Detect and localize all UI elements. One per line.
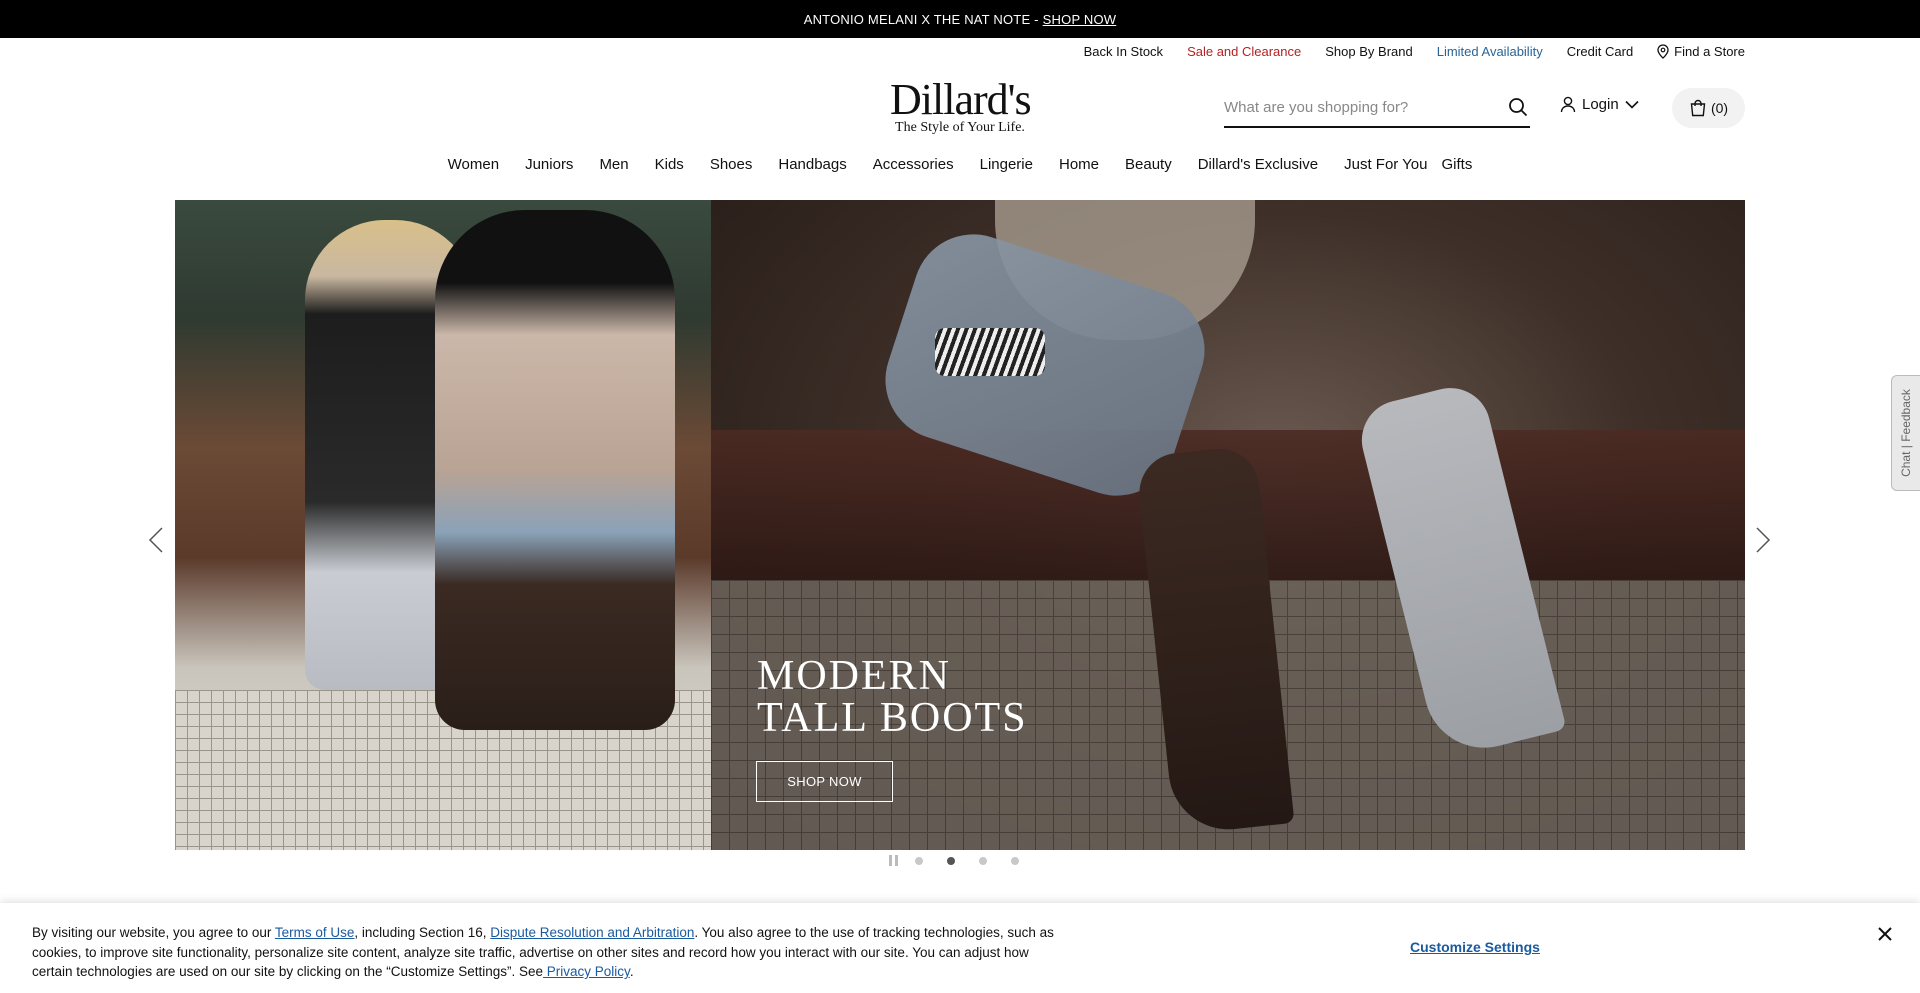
hero-model-fur-coat [435, 210, 675, 730]
logo-wordmark: Dillard's [890, 75, 1032, 124]
close-icon[interactable] [1878, 927, 1892, 946]
hero-zebra-bag [935, 328, 1045, 376]
nav-item-handbags[interactable]: Handbags [778, 156, 846, 173]
nav-item-gifts[interactable]: Gifts [1442, 156, 1473, 173]
limited-availability-link[interactable]: Limited Availability [1437, 44, 1543, 59]
hero-banner[interactable]: MODERN TALL BOOTS SHOP NOW [175, 200, 1745, 850]
chevron-down-icon [1625, 100, 1639, 109]
nav-item-women[interactable]: Women [448, 156, 499, 173]
customize-settings-button[interactable]: Customize Settings [1410, 939, 1540, 955]
main-nav: Women Juniors Men Kids Shoes Handbags Ac… [0, 156, 1920, 173]
nav-item-dillards-exclusive[interactable]: Dillard's Exclusive [1198, 156, 1318, 173]
find-store-link[interactable]: Find a Store [1657, 44, 1745, 59]
chat-feedback-tab[interactable]: Chat | Feedback [1891, 375, 1920, 491]
cookie-text: By visiting our website, you agree to ou… [32, 923, 1062, 982]
hero-title-line1: MODERN [757, 653, 952, 699]
dispute-resolution-link[interactable]: Dispute Resolution and Arbitration [490, 925, 694, 940]
carousel-dot-4[interactable] [1011, 857, 1019, 865]
dillards-logo[interactable]: Dillard's The Style of Your Life. [890, 75, 1032, 136]
nav-item-accessories[interactable]: Accessories [873, 156, 954, 173]
nav-item-juniors[interactable]: Juniors [525, 156, 573, 173]
search-icon[interactable] [1508, 97, 1528, 122]
carousel-next-arrow-icon[interactable] [1755, 527, 1771, 558]
nav-item-men[interactable]: Men [599, 156, 628, 173]
carousel-dot-1[interactable] [915, 857, 923, 865]
nav-item-shoes[interactable]: Shoes [710, 156, 753, 173]
privacy-policy-link[interactable]: Privacy Policy [543, 964, 630, 979]
credit-card-link[interactable]: Credit Card [1567, 44, 1633, 59]
logo-tagline: The Style of Your Life. [895, 120, 1025, 135]
cookie-text-part: . [629, 964, 634, 979]
find-store-label: Find a Store [1674, 44, 1745, 59]
utility-nav: Back In Stock Sale and Clearance Shop By… [1084, 44, 1745, 59]
hero-title-line2: TALL BOOTS [757, 695, 1028, 741]
search-input[interactable] [1224, 92, 1494, 122]
nav-item-kids[interactable]: Kids [655, 156, 684, 173]
carousel-dot-2[interactable] [947, 857, 955, 865]
hero-shop-now-button[interactable]: SHOP NOW [756, 761, 893, 802]
nav-item-home[interactable]: Home [1059, 156, 1099, 173]
promo-bar: ANTONIO MELANI X THE NAT NOTE - SHOP NOW [0, 0, 1920, 38]
location-pin-icon [1657, 44, 1669, 59]
carousel-indicators [889, 855, 1043, 867]
nav-item-beauty[interactable]: Beauty [1125, 156, 1172, 173]
sale-clearance-link[interactable]: Sale and Clearance [1187, 44, 1301, 59]
search-box [1224, 92, 1530, 128]
cookie-text-part: By visiting our website, you agree to ou… [32, 925, 275, 940]
cookie-banner: By visiting our website, you agree to ou… [0, 903, 1920, 993]
back-in-stock-link[interactable]: Back In Stock [1084, 44, 1163, 59]
carousel-dot-3[interactable] [979, 857, 987, 865]
cookie-text-part: , including Section 16, [354, 925, 491, 940]
feedback-label: Chat | Feedback [1899, 389, 1913, 477]
cart-button[interactable]: (0) [1672, 88, 1745, 128]
login-label: Login [1582, 96, 1619, 113]
terms-of-use-link[interactable]: Terms of Use [275, 925, 355, 940]
promo-text: ANTONIO MELANI X THE NAT NOTE - [803, 11, 1039, 27]
nav-item-lingerie[interactable]: Lingerie [980, 156, 1033, 173]
login-button[interactable]: Login [1560, 96, 1639, 113]
shopping-bag-icon [1690, 99, 1706, 117]
promo-shop-now-link[interactable]: SHOP NOW [1043, 12, 1117, 27]
cart-count: (0) [1710, 100, 1729, 116]
carousel-pause-icon[interactable] [889, 855, 899, 867]
shop-by-brand-link[interactable]: Shop By Brand [1325, 44, 1412, 59]
carousel-prev-arrow-icon[interactable] [148, 527, 164, 558]
hero-title: MODERN TALL BOOTS [757, 655, 1028, 739]
nav-item-just-for-you[interactable]: Just For You [1344, 156, 1427, 173]
user-icon [1560, 96, 1576, 113]
